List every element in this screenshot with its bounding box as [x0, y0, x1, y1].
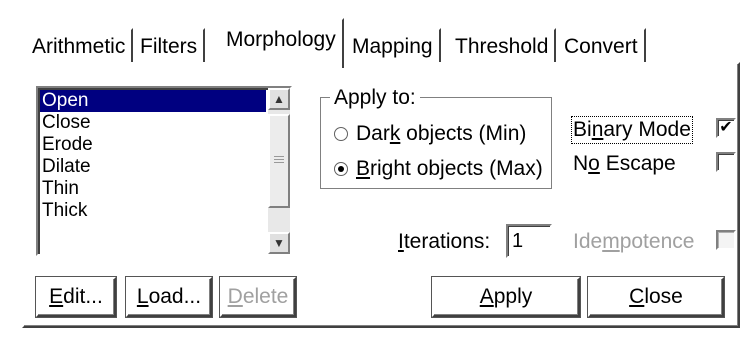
radio-dark-objects[interactable]: Dark objects (Min) [334, 122, 526, 146]
radio-icon [334, 127, 348, 141]
scroll-down-icon[interactable]: ▼ [268, 232, 290, 254]
thumb-grip [274, 162, 284, 163]
list-item-close[interactable]: Close [40, 112, 266, 134]
thumb-grip [274, 156, 284, 157]
no-escape-checkbox[interactable] [716, 152, 736, 172]
edit-button[interactable]: Edit... [35, 276, 117, 318]
list-scrollbar[interactable]: ▲ ▼ [268, 88, 290, 254]
scroll-thumb[interactable] [268, 114, 290, 208]
radio-bright-label: Bright objects (Max) [356, 157, 543, 180]
list-item-thin[interactable]: Thin [40, 178, 266, 200]
iterations-field[interactable]: 1 [506, 224, 552, 258]
binary-mode-checkbox[interactable]: ✔ [716, 118, 736, 138]
list-item-open[interactable]: Open [40, 90, 266, 112]
tab-mapping[interactable]: Mapping [346, 28, 441, 64]
tab-convert[interactable]: Convert [558, 28, 646, 64]
operations-list: Open Close Erode Dilate Thin Thick [40, 90, 266, 222]
apply-to-title: Apply to: [330, 86, 420, 110]
idempotence-checkbox [716, 230, 736, 250]
tab-threshold[interactable]: Threshold [449, 28, 557, 64]
checkmark-icon: ✔ [719, 119, 733, 136]
delete-button: Delete [219, 276, 297, 318]
morphology-dialog: Arithmetic Filters Mapping Threshold Con… [0, 0, 754, 340]
tab-morphology[interactable]: Morphology [218, 18, 344, 68]
scroll-up-icon[interactable]: ▲ [268, 88, 290, 110]
no-escape-label[interactable]: No Escape [573, 152, 676, 176]
idempotence-label: Idempotence [573, 230, 695, 253]
tab-arithmetic[interactable]: Arithmetic [24, 28, 134, 64]
binary-mode-label[interactable]: Binary Mode [571, 116, 693, 144]
load-button[interactable]: Load... [125, 276, 213, 318]
radio-icon-checked [334, 162, 348, 176]
close-button[interactable]: Close [587, 276, 725, 318]
operations-listbox[interactable]: Open Close Erode Dilate Thin Thick ▲ ▼ [36, 86, 292, 256]
iterations-label: Iterations: [398, 230, 491, 253]
radio-bright-objects[interactable]: Bright objects (Max) [334, 157, 543, 181]
apply-button[interactable]: Apply [431, 276, 581, 318]
list-item-dilate[interactable]: Dilate [40, 156, 266, 178]
thumb-grip [274, 159, 284, 160]
list-item-thick[interactable]: Thick [40, 200, 266, 222]
radio-dark-label: Dark objects (Min) [356, 122, 527, 145]
list-item-erode[interactable]: Erode [40, 134, 266, 156]
tab-filters[interactable]: Filters [134, 28, 206, 64]
